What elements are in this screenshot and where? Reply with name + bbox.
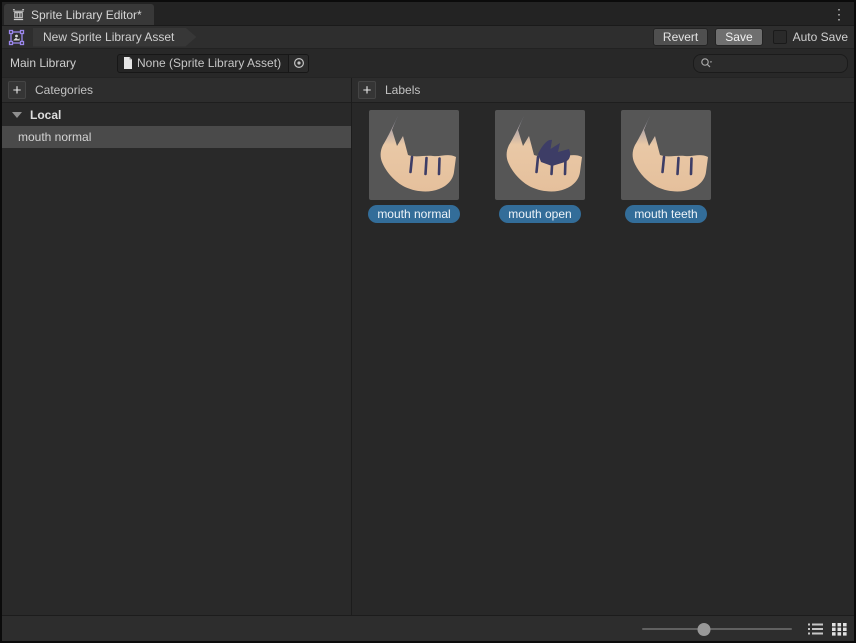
category-row-mouth-normal[interactable]: mouth normal [2,126,351,148]
sprite-library-editor-window: Sprite Library Editor* ⋮ New Sprite Libr… [0,0,856,643]
sprite-thumbnail-mouth-teeth[interactable] [621,110,711,200]
auto-save-label: Auto Save [793,30,848,44]
slider-track[interactable] [642,628,792,630]
revert-button-label: Revert [663,30,698,44]
revert-button[interactable]: Revert [653,28,708,46]
foldout-triangle-icon [12,112,22,118]
local-foldout-label: Local [30,108,61,122]
thumbnail-size-slider[interactable] [642,622,792,636]
slider-knob[interactable] [697,623,710,636]
breadcrumb-label: New Sprite Library Asset [43,30,174,44]
label-name: mouth open [508,207,571,221]
plus-icon: + [363,83,372,98]
label-pill[interactable]: mouth open [499,205,580,223]
labels-title: Labels [385,83,420,97]
window-menu-kebab-icon[interactable]: ⋮ [830,2,848,26]
grid-view-button[interactable] [830,620,848,638]
main-library-object-field[interactable]: None (Sprite Library Asset) [117,54,309,73]
label-item-mouth-teeth[interactable]: mouth teeth [621,110,711,223]
categories-title: Categories [35,83,93,97]
save-button[interactable]: Save [715,28,762,46]
list-view-icon [808,622,823,636]
asset-document-icon [123,57,133,69]
list-view-button[interactable] [806,620,824,638]
search-icon [700,57,713,70]
grid-view-icon [832,622,847,636]
editor-toolbar: New Sprite Library Asset Revert Save Aut… [2,26,854,49]
labels-panel: + Labels mouth normal [352,78,854,615]
categories-panel: + Categories Local mouth normal [2,78,352,615]
sprite-thumbnail-mouth-normal[interactable] [369,110,459,200]
add-category-button[interactable]: + [8,81,26,99]
sprite-library-asset-icon [8,29,25,46]
auto-save-checkbox[interactable] [773,30,787,44]
labels-grid: mouth normal mouth open [352,103,854,223]
sprite-library-window-icon [12,8,25,21]
tab-bar: Sprite Library Editor* ⋮ [2,2,854,26]
label-pill[interactable]: mouth teeth [625,205,706,223]
breadcrumb-new-sprite-library-asset[interactable]: New Sprite Library Asset [33,28,196,47]
label-name: mouth normal [377,207,450,221]
labels-grid-body: mouth normal mouth open [352,103,854,615]
editor-split-view: + Categories Local mouth normal + La [2,78,854,615]
label-name: mouth teeth [634,207,697,221]
main-library-row: Main Library None (Sprite Library Asset) [2,49,854,78]
categories-list: Local mouth normal [2,103,351,615]
main-library-label: Main Library [10,56,117,70]
label-pill[interactable]: mouth normal [368,205,459,223]
bottom-bar [2,615,854,641]
label-item-mouth-normal[interactable]: mouth normal [369,110,459,223]
local-foldout[interactable]: Local [2,103,351,126]
tab-title: Sprite Library Editor* [31,8,142,22]
label-item-mouth-open[interactable]: mouth open [495,110,585,223]
tab-sprite-library-editor[interactable]: Sprite Library Editor* [4,4,154,25]
main-library-value: None (Sprite Library Asset) [137,56,288,70]
labels-header: + Labels [352,78,854,103]
categories-header: + Categories [2,78,351,103]
plus-icon: + [13,83,22,98]
search-input[interactable] [717,56,841,70]
category-name: mouth normal [18,130,91,144]
save-button-label: Save [725,30,752,44]
sprite-thumbnail-mouth-open[interactable] [495,110,585,200]
search-field[interactable] [693,54,848,73]
object-picker-icon[interactable] [288,55,308,72]
add-label-button[interactable]: + [358,81,376,99]
